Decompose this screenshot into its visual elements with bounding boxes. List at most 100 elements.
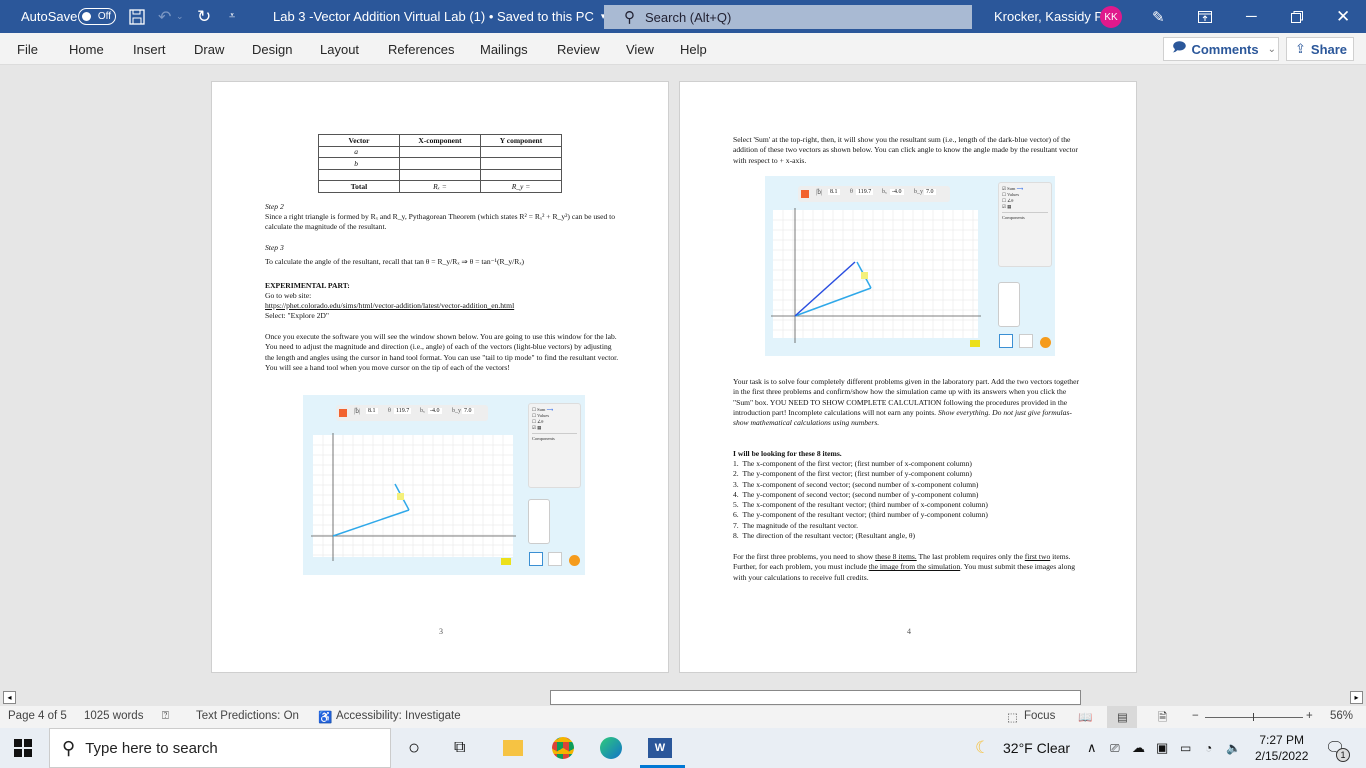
vector-values-bar: |b⃗| 8.1 θ 119.7 bₓ -4.0 b_y 7.0 (798, 186, 950, 202)
taskbar-search[interactable]: ⚲ Type here to search (49, 728, 391, 768)
save-icon[interactable] (129, 0, 145, 33)
scroll-left-button[interactable]: ◂ (3, 691, 16, 704)
tab-references[interactable]: References (388, 42, 454, 57)
ribbon-display-icon[interactable] (1198, 0, 1212, 33)
wifi-icon[interactable]: ◔ (1205, 728, 1212, 768)
phet-link[interactable]: https://phet.colorado.edu/sims/html/vect… (265, 301, 514, 311)
comments-button[interactable]: 🗩 Comments ⌄ (1163, 37, 1279, 61)
minimize-panel-icon[interactable] (801, 190, 809, 198)
battery-icon[interactable]: ▭ (1180, 728, 1191, 768)
minimize-icon[interactable]: ─ (1246, 0, 1257, 33)
bx-value[interactable]: -4.0 (890, 189, 904, 195)
tab-design[interactable]: Design (252, 42, 292, 57)
vector-creator-panel[interactable] (528, 499, 550, 544)
grid-checkbox[interactable]: ☑ ▦ (532, 425, 577, 431)
undo-dropdown-icon[interactable]: ⌄ (176, 0, 184, 33)
vector-graph[interactable] (771, 208, 981, 343)
zoom-out-button[interactable]: − (1192, 710, 1199, 722)
grid-checkbox[interactable]: ☑ ▦ (1002, 204, 1048, 210)
magnitude-value[interactable]: 8.1 (828, 189, 840, 195)
bx-label: bₓ (420, 408, 425, 414)
windows-start-icon[interactable] (14, 728, 32, 768)
select-text: Select: "Explore 2D" (265, 311, 329, 320)
tab-help[interactable]: Help (680, 42, 707, 57)
notifications-icon[interactable]: 🗨 1 (1325, 728, 1350, 768)
by-value[interactable]: 7.0 (924, 189, 936, 195)
read-mode-icon[interactable]: 📖 (1078, 710, 1092, 724)
word-count[interactable]: 1025 words (84, 710, 143, 722)
chrome-icon[interactable] (552, 728, 574, 768)
page-3[interactable]: Vector X-component Y component a⃗ b⃗ Tot… (211, 81, 669, 673)
redo-icon[interactable]: ↻ (197, 0, 211, 33)
search-box[interactable]: ⚲ Search (Alt+Q) (604, 5, 972, 29)
goto-text: Go to web site: (265, 291, 312, 300)
cortana-icon[interactable]: ○ (408, 728, 420, 768)
word-icon[interactable]: W (648, 728, 672, 768)
edge-icon[interactable] (600, 728, 622, 768)
table-row: Total Rₓ = R_y = (318, 180, 562, 193)
reset-icon[interactable] (1040, 337, 1051, 348)
zoom-slider-thumb[interactable] (1253, 713, 1254, 721)
minimize-panel-icon[interactable] (339, 409, 347, 417)
close-icon[interactable]: ✕ (1336, 0, 1350, 33)
tab-draw[interactable]: Draw (194, 42, 224, 57)
scroll-right-button[interactable]: ▸ (1350, 691, 1363, 704)
tab-insert[interactable]: Insert (133, 42, 166, 57)
text-predictions[interactable]: Text Predictions: On (196, 710, 299, 722)
document-title[interactable]: Lab 3 -Vector Addition Virtual Lab (1) •… (273, 0, 605, 33)
onedrive-icon[interactable]: ☁ (1132, 728, 1145, 768)
tab-layout[interactable]: Layout (320, 42, 359, 57)
security-icon[interactable]: ▣ (1156, 728, 1168, 768)
tail-to-tip-button[interactable] (999, 334, 1013, 348)
show-hidden-icons[interactable]: ∧ (1087, 728, 1097, 768)
meet-now-icon[interactable]: ⎚ (1110, 728, 1120, 768)
clock-date: 2/15/2022 (1255, 749, 1309, 763)
restore-icon[interactable] (1291, 0, 1303, 33)
print-layout-button[interactable]: ▤ (1107, 706, 1137, 728)
autosave-toggle[interactable]: Off (78, 8, 116, 25)
search-icon: ⚲ (624, 9, 635, 26)
angle-tool-button[interactable] (1019, 334, 1033, 348)
undo-icon[interactable]: ↶ (158, 0, 171, 33)
zoom-level[interactable]: 56% (1330, 710, 1353, 722)
angle-value[interactable]: 119.7 (856, 189, 874, 195)
tail-to-tip-button[interactable] (529, 552, 543, 566)
pen-icon[interactable]: ✎ (1152, 0, 1165, 33)
by-value[interactable]: 7.0 (462, 408, 474, 414)
tab-mailings[interactable]: Mailings (480, 42, 528, 57)
user-avatar[interactable]: KK (1100, 6, 1122, 28)
user-name[interactable]: Krocker, Kassidy P (994, 0, 1103, 33)
page-count[interactable]: Page 4 of 5 (8, 710, 67, 722)
vector-values-bar: |b⃗| 8.1 θ 119.7 bₓ -4.0 b_y 7.0 (336, 405, 488, 421)
vector-graph[interactable] (311, 433, 516, 561)
proofing-icon[interactable]: ⍰ (162, 710, 169, 723)
magnitude-value[interactable]: 8.1 (366, 408, 378, 414)
angle-tool-button[interactable] (548, 552, 562, 566)
zoom-in-button[interactable]: + (1306, 710, 1313, 722)
tab-file[interactable]: File (17, 42, 38, 57)
zoom-slider[interactable] (1205, 717, 1303, 718)
vector-creator-panel[interactable] (998, 282, 1020, 327)
focus-button[interactable]: Focus (1024, 710, 1055, 722)
horizontal-scrollbar[interactable]: ◂ ▸ (0, 689, 1366, 706)
web-layout-icon[interactable]: 🗎 (1158, 710, 1167, 729)
accessibility-status[interactable]: Accessibility: Investigate (336, 710, 461, 722)
reset-icon[interactable] (569, 555, 580, 566)
task-view-icon[interactable]: ⧉ (454, 728, 465, 768)
weather-text[interactable]: 32°F Clear (1003, 728, 1070, 768)
volume-icon[interactable]: 🔈 (1226, 728, 1241, 768)
customize-toolbar-icon[interactable]: ⩡ (229, 0, 235, 33)
tab-review[interactable]: Review (557, 42, 600, 57)
document-workspace[interactable]: Vector X-component Y component a⃗ b⃗ Tot… (0, 66, 1366, 688)
clock[interactable]: 7:27 PM 2/15/2022 (1255, 728, 1308, 768)
scroll-thumb[interactable] (550, 690, 1081, 705)
tab-view[interactable]: View (626, 42, 654, 57)
tab-home[interactable]: Home (69, 42, 104, 57)
page-4[interactable]: Select 'Sum' at the top-right, then, it … (679, 81, 1137, 673)
eraser-icon[interactable] (501, 558, 511, 565)
angle-value[interactable]: 119.7 (394, 408, 412, 414)
bx-value[interactable]: -4.0 (428, 408, 442, 414)
eraser-icon[interactable] (970, 340, 980, 347)
share-button[interactable]: ⇪ Share (1286, 37, 1354, 61)
file-explorer-icon[interactable] (503, 728, 523, 768)
